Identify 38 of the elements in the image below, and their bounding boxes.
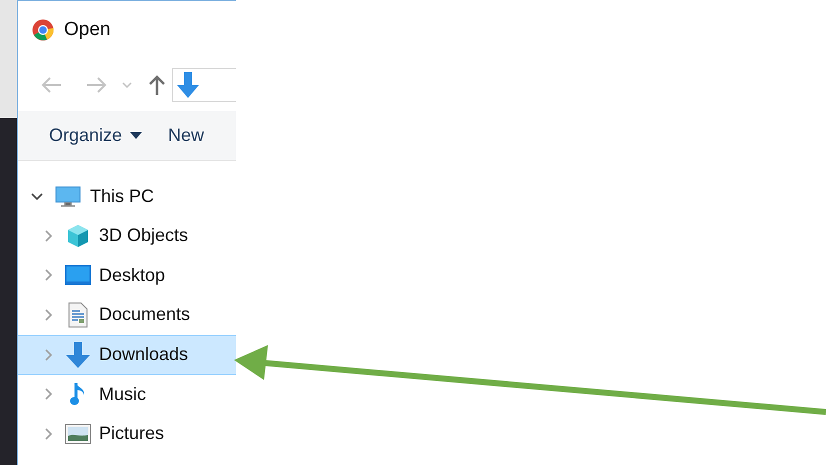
forward-arrow-icon[interactable] (86, 76, 108, 94)
expand-chevron-icon[interactable] (45, 388, 53, 400)
tree-item-label: Music (99, 382, 146, 406)
tree-item-label: Desktop (99, 264, 166, 287)
window-title: Open (64, 18, 110, 42)
tree-item[interactable]: This PC (90, 183, 154, 210)
new-folder-button[interactable]: New (168, 122, 204, 149)
dropdown-triangle-icon (130, 132, 142, 139)
tree-row[interactable]: Desktop (18, 256, 236, 295)
tree-row[interactable]: Pictures (18, 414, 236, 454)
organize-button[interactable]: Organize (49, 122, 142, 149)
expand-chevron-icon[interactable] (45, 269, 53, 282)
tree-row[interactable]: Documents (18, 295, 236, 334)
expand-chevron-icon[interactable] (45, 348, 53, 360)
download-arrow-icon (177, 72, 199, 98)
address-field[interactable] (172, 68, 236, 102)
tree-item-label: Downloads (99, 343, 188, 366)
cube-icon (66, 224, 90, 248)
tree-row[interactable]: 3D Objects (18, 216, 236, 256)
expand-chevron-icon[interactable] (45, 230, 53, 242)
expand-chevron-icon[interactable] (45, 308, 53, 321)
tree-item-label: Pictures (99, 422, 164, 446)
up-arrow-icon[interactable] (148, 75, 166, 95)
desktop-icon (65, 265, 91, 286)
expand-chevron-icon[interactable] (45, 428, 53, 440)
browser-logo-icon (32, 19, 54, 41)
document-icon (68, 302, 88, 328)
back-arrow-icon[interactable] (40, 76, 62, 94)
collapse-chevron-icon[interactable] (31, 192, 43, 200)
music-note-icon (70, 381, 86, 408)
picture-icon (65, 424, 91, 444)
tree-item-label: 3D Objects (99, 224, 188, 248)
computer-monitor-icon (55, 186, 81, 208)
tree-row[interactable]: Music (18, 374, 236, 414)
dropdown-chevron-icon[interactable] (122, 82, 132, 88)
tree-item-label: Documents (99, 303, 190, 326)
selected-tree-row[interactable]: Downloads (18, 334, 236, 374)
download-arrow-icon (66, 342, 90, 368)
